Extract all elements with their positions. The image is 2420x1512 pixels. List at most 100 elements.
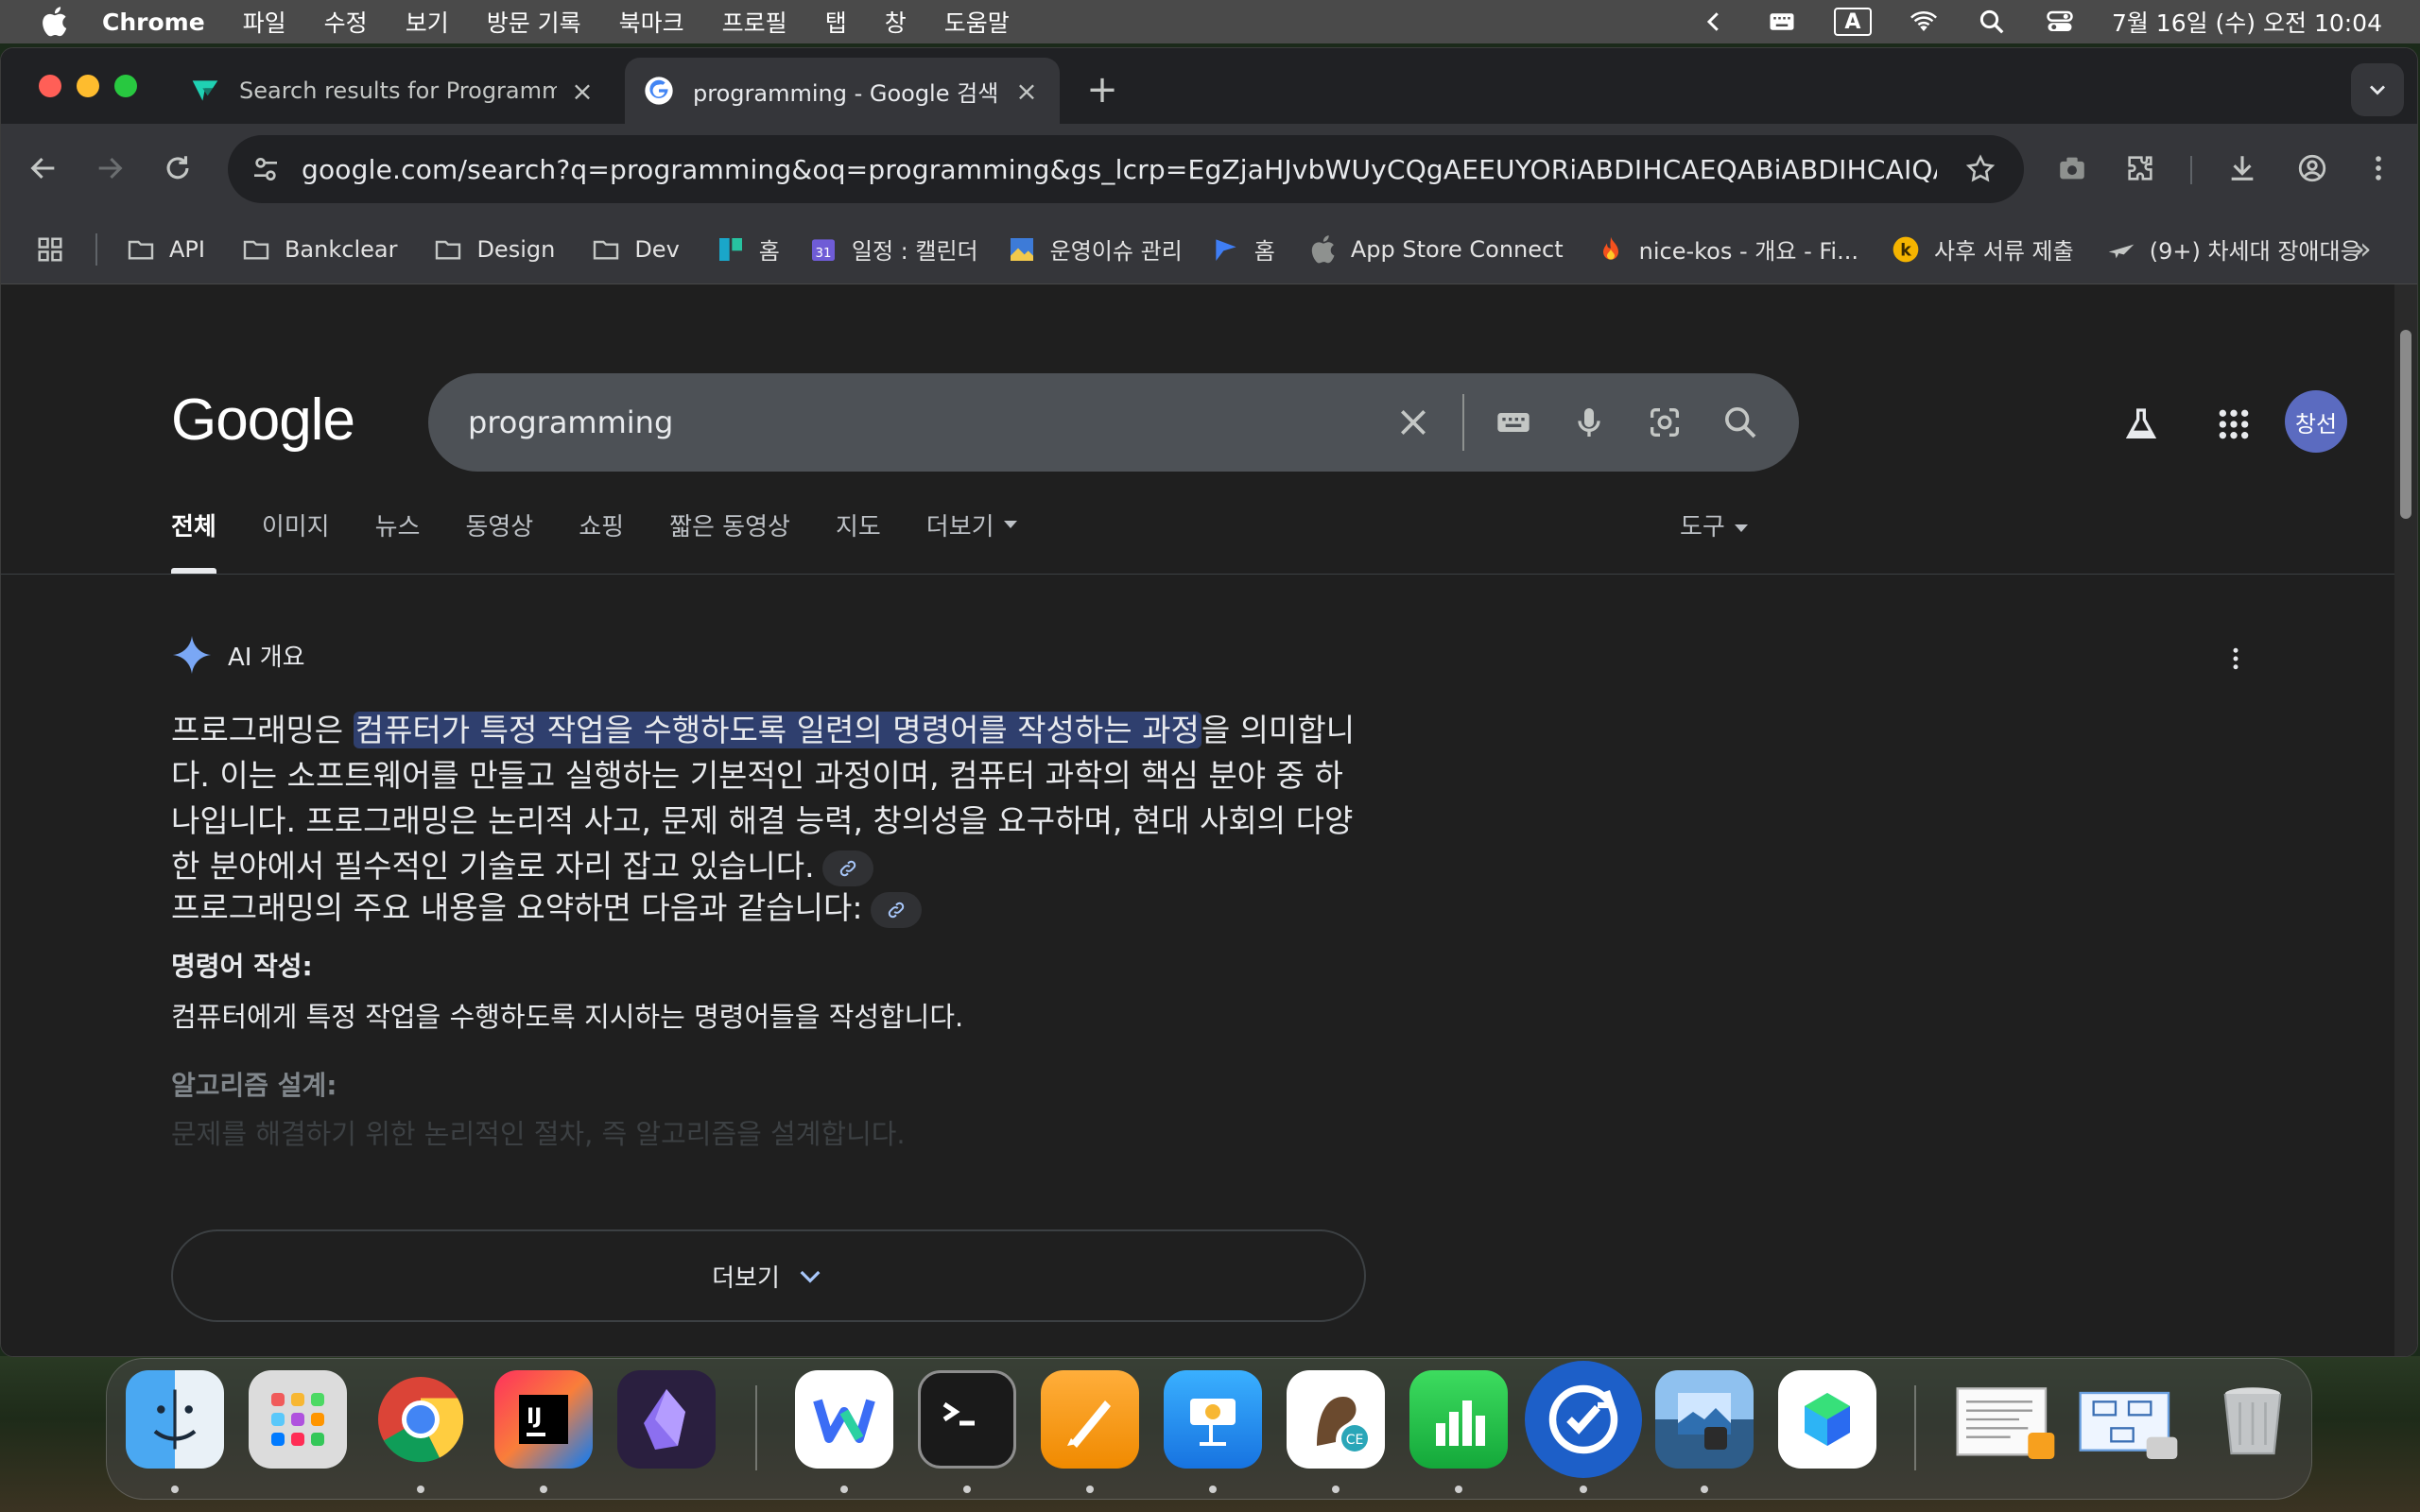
menu-edit[interactable]: 수정 xyxy=(324,5,368,39)
search-icon[interactable] xyxy=(1714,396,1767,449)
launchpad-icon[interactable] xyxy=(249,1370,347,1469)
reload-button[interactable] xyxy=(154,145,201,192)
tab-short-videos[interactable]: 짧은 동영상 xyxy=(669,507,790,574)
tab-videos[interactable]: 동영상 xyxy=(465,507,533,574)
menu-window[interactable]: 창 xyxy=(885,5,907,39)
bookmark-folder-bankclear[interactable]: Bankclear xyxy=(241,234,397,265)
show-more-button[interactable]: 더보기 xyxy=(171,1229,1366,1322)
bookmark-folder-dev[interactable]: Dev xyxy=(591,234,680,265)
bookmark-nice-kos[interactable]: nice-kos - 개요 - Fi... xyxy=(1596,232,1858,266)
voice-search-icon[interactable] xyxy=(1563,396,1616,449)
minimize-window-button[interactable] xyxy=(77,75,99,97)
account-avatar[interactable]: 창선 xyxy=(2285,390,2347,453)
zoom-window-button[interactable] xyxy=(114,75,137,97)
diagram-thumbnail-icon[interactable] xyxy=(2073,1370,2185,1469)
downloads-button[interactable] xyxy=(2219,145,2266,192)
menu-tab[interactable]: 탭 xyxy=(825,5,847,39)
control-center-icon[interactable] xyxy=(2044,8,2076,36)
url-text[interactable]: google.com/search?q=programming&oq=progr… xyxy=(302,154,1937,185)
tab-search-button[interactable] xyxy=(2351,63,2404,116)
sync-app-icon[interactable] xyxy=(1525,1361,1642,1478)
menubar-clock[interactable]: 7월 16일 (수) 오전 10:04 xyxy=(2112,5,2382,39)
forward-button[interactable] xyxy=(86,145,133,192)
search-input[interactable]: programming xyxy=(428,404,1387,440)
back-button[interactable] xyxy=(20,145,67,192)
ai-overview-menu-button[interactable] xyxy=(2217,640,2255,678)
menu-bookmarks[interactable]: 북마크 xyxy=(619,5,684,39)
bookmark-home-board[interactable]: 홈 xyxy=(716,232,780,266)
address-bar[interactable]: google.com/search?q=programming&oq=progr… xyxy=(228,135,2024,203)
keyboard-icon[interactable] xyxy=(1487,396,1540,449)
wifi-icon[interactable] xyxy=(1908,8,1940,36)
spotlight-search-icon[interactable] xyxy=(1976,8,2008,36)
keynote-icon[interactable] xyxy=(1164,1370,1262,1469)
bookmark-document-submit[interactable]: k 사후 서류 제출 xyxy=(1891,232,2074,266)
chevron-left-icon[interactable] xyxy=(1698,8,1730,36)
tab-news[interactable]: 뉴스 xyxy=(375,507,421,574)
menu-help[interactable]: 도움말 xyxy=(944,5,1010,39)
source-link-chip[interactable] xyxy=(870,891,922,928)
intellij-idea-icon[interactable]: IJ xyxy=(494,1370,593,1469)
bookmark-calendar[interactable]: 31 일정 : 캘린더 xyxy=(808,232,978,266)
new-tab-button[interactable]: + xyxy=(1083,71,1121,109)
document-thumbnail-icon[interactable] xyxy=(1950,1370,2062,1469)
menu-profiles[interactable]: 프로필 xyxy=(722,5,787,39)
page-scrollbar[interactable] xyxy=(2394,284,2417,1356)
bookmark-home-flag[interactable]: 홈 xyxy=(1211,232,1275,266)
k-icon: k xyxy=(1891,234,1921,265)
menu-file[interactable]: 파일 xyxy=(243,5,286,39)
numbers-icon[interactable] xyxy=(1409,1370,1508,1469)
extensions-button[interactable] xyxy=(2117,145,2164,192)
bookmark-label: 사후 서류 제출 xyxy=(1933,238,2074,265)
google-logo[interactable]: Google xyxy=(171,387,355,454)
tools-button[interactable]: 도구 xyxy=(1680,507,1748,542)
scrollbar-thumb[interactable] xyxy=(2400,330,2411,519)
menu-view[interactable]: 보기 xyxy=(406,5,449,39)
apps-grid-icon[interactable] xyxy=(33,232,67,266)
lens-search-icon[interactable] xyxy=(1638,396,1691,449)
search-box[interactable]: programming xyxy=(428,373,1799,472)
terminal-icon[interactable] xyxy=(918,1370,1016,1469)
screenshot-button[interactable] xyxy=(2048,145,2096,192)
bookmark-incident-response[interactable]: (9+) 차세대 장애대응 xyxy=(2106,232,2361,266)
bookmark-star-icon[interactable] xyxy=(1960,148,2001,190)
site-info-icon[interactable] xyxy=(245,148,286,190)
finder-icon[interactable] xyxy=(126,1370,224,1469)
tab-maps[interactable]: 지도 xyxy=(836,507,881,574)
bookmarks-overflow-button[interactable]: » xyxy=(2345,231,2379,266)
tab-google-search[interactable]: programming - Google 검색 × xyxy=(625,58,1060,124)
profile-button[interactable] xyxy=(2289,145,2336,192)
bookmark-ops-issues[interactable]: 운영이슈 관리 xyxy=(1007,232,1183,266)
dbeaver-icon[interactable]: CE xyxy=(1287,1370,1385,1469)
bookmark-folder-api[interactable]: API xyxy=(126,234,205,265)
flag-icon xyxy=(1211,234,1241,265)
tab-shopping[interactable]: 쇼핑 xyxy=(579,507,624,574)
tab-search-results[interactable]: Search results for Programmi × xyxy=(171,58,615,124)
preview-icon[interactable] xyxy=(1655,1370,1754,1469)
tab-images[interactable]: 이미지 xyxy=(262,507,330,574)
dock-separator xyxy=(1914,1385,1916,1470)
clear-search-icon[interactable] xyxy=(1387,396,1440,449)
keyboard-menu-icon[interactable] xyxy=(1766,8,1798,36)
bookmark-folder-design[interactable]: Design xyxy=(433,234,555,265)
pages-icon[interactable] xyxy=(1041,1370,1139,1469)
trash-icon[interactable] xyxy=(2204,1370,2302,1469)
bookmark-app-store-connect[interactable]: App Store Connect xyxy=(1307,234,1564,265)
input-source-icon[interactable]: A xyxy=(1833,8,1872,36)
tab-more[interactable]: 더보기 xyxy=(926,507,1017,574)
apple-menu-icon[interactable] xyxy=(38,6,70,38)
active-app-name[interactable]: Chrome xyxy=(102,9,205,36)
naver-whale-icon[interactable] xyxy=(795,1370,893,1469)
source-link-chip[interactable] xyxy=(821,850,873,886)
tab-all[interactable]: 전체 xyxy=(171,507,216,574)
labs-flask-icon[interactable] xyxy=(2115,398,2168,451)
menu-history[interactable]: 방문 기록 xyxy=(487,5,581,39)
google-apps-icon[interactable] xyxy=(2207,398,2260,451)
chrome-menu-button[interactable] xyxy=(2355,145,2402,192)
tab-close-icon[interactable]: × xyxy=(568,76,596,107)
close-window-button[interactable] xyxy=(39,75,61,97)
naver-works-icon[interactable] xyxy=(1778,1370,1876,1469)
tab-close-icon[interactable]: × xyxy=(1012,76,1041,107)
obsidian-icon[interactable] xyxy=(617,1370,716,1469)
chrome-app-icon[interactable] xyxy=(372,1370,470,1469)
